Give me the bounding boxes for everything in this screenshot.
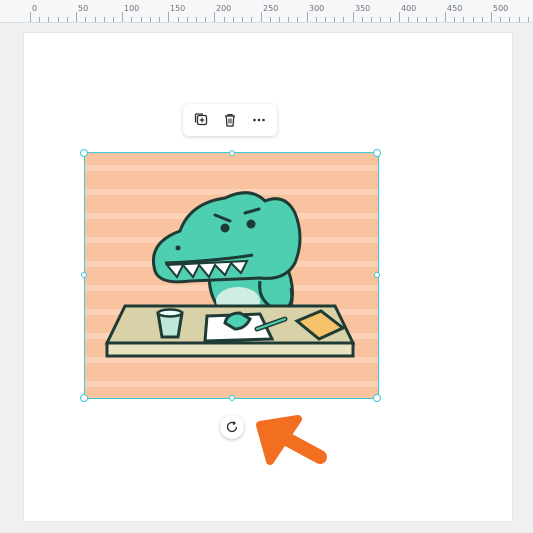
more-options-icon xyxy=(252,118,265,122)
ruler-tick xyxy=(288,17,289,22)
resize-handle-bottom[interactable] xyxy=(229,395,235,401)
ruler-tick xyxy=(528,17,529,22)
ruler-tick xyxy=(104,17,105,22)
resize-handle-bottom-left[interactable] xyxy=(80,394,88,402)
ruler-tick xyxy=(214,12,215,22)
resize-handle-right[interactable] xyxy=(374,272,380,278)
ruler-tick xyxy=(67,17,68,22)
ruler-tick xyxy=(178,17,179,22)
ruler-label: 500 xyxy=(493,4,509,13)
ruler-tick xyxy=(30,12,31,22)
ruler-tick xyxy=(519,17,520,22)
ruler-tick xyxy=(95,17,96,22)
ruler-tick xyxy=(261,12,262,22)
ruler-tick xyxy=(399,12,400,22)
ruler-label: 50 xyxy=(78,4,89,13)
ruler-label: 450 xyxy=(447,4,463,13)
ruler-tick xyxy=(390,17,391,22)
horizontal-ruler: 0 50 100 150 200 250 300 350 400 450 500 xyxy=(0,0,533,23)
ruler-tick xyxy=(454,17,455,22)
crocodile-illustration[interactable] xyxy=(85,153,378,398)
rotate-icon xyxy=(226,421,238,433)
ruler-tick xyxy=(380,17,381,22)
annotation-arrow xyxy=(256,415,327,465)
ruler-tick xyxy=(141,17,142,22)
ruler-tick xyxy=(436,17,437,22)
ruler-tick xyxy=(353,12,354,22)
ruler-tick xyxy=(196,17,197,22)
ruler-label: 0 xyxy=(32,4,38,13)
ruler-tick xyxy=(168,12,169,22)
ruler-tick xyxy=(279,17,280,22)
ruler-tick xyxy=(473,17,474,22)
ruler-tick xyxy=(122,12,123,22)
ruler-tick xyxy=(58,17,59,22)
resize-handle-top[interactable] xyxy=(229,150,235,156)
ruler-tick xyxy=(224,17,225,22)
ruler-label: 300 xyxy=(309,4,325,13)
ruler-tick xyxy=(270,17,271,22)
ruler-tick xyxy=(371,17,372,22)
ruler-tick xyxy=(325,17,326,22)
duplicate-icon xyxy=(195,113,208,126)
ruler-tick xyxy=(426,17,427,22)
delete-button[interactable] xyxy=(218,108,242,132)
resize-handle-left[interactable] xyxy=(81,272,87,278)
ruler-label: 250 xyxy=(263,4,279,13)
element-toolbar xyxy=(183,104,277,136)
ruler-tick xyxy=(187,17,188,22)
trash-icon xyxy=(224,113,235,127)
desk-edge xyxy=(105,341,355,358)
ruler-label: 100 xyxy=(124,4,140,13)
ruler-tick xyxy=(362,17,363,22)
ruler-tick xyxy=(482,17,483,22)
ruler-tick xyxy=(417,17,418,22)
resize-handle-bottom-right[interactable] xyxy=(373,394,381,402)
ruler-tick xyxy=(491,12,492,22)
ruler-tick xyxy=(509,17,510,22)
ruler-tick xyxy=(113,17,114,22)
rotate-button[interactable] xyxy=(220,415,244,439)
ruler-tick xyxy=(445,12,446,22)
ruler-tick xyxy=(131,17,132,22)
ruler-tick xyxy=(500,17,501,22)
ruler-tick xyxy=(251,17,252,22)
ruler-tick xyxy=(297,17,298,22)
ruler-tick xyxy=(233,17,234,22)
ruler-tick xyxy=(85,17,86,22)
ruler-tick xyxy=(39,17,40,22)
ruler-tick xyxy=(334,17,335,22)
more-options-button[interactable] xyxy=(247,108,271,132)
ruler-label: 400 xyxy=(401,4,417,13)
ruler-tick xyxy=(408,17,409,22)
resize-handle-top-right[interactable] xyxy=(373,149,381,157)
ruler-tick xyxy=(205,17,206,22)
ruler-label: 200 xyxy=(216,4,232,13)
ruler-tick xyxy=(343,17,344,22)
ruler-tick xyxy=(48,17,49,22)
ruler-label: 350 xyxy=(355,4,371,13)
ruler-tick xyxy=(316,17,317,22)
ruler-label: 150 xyxy=(170,4,186,13)
resize-handle-top-left[interactable] xyxy=(80,149,88,157)
ruler-tick xyxy=(242,17,243,22)
ruler-tick xyxy=(159,17,160,22)
ruler-tick xyxy=(463,17,464,22)
ruler-tick xyxy=(76,12,77,22)
ruler-tick xyxy=(150,17,151,22)
duplicate-button[interactable] xyxy=(189,108,213,132)
illustration-graphic xyxy=(85,153,378,398)
ruler-tick xyxy=(307,12,308,22)
